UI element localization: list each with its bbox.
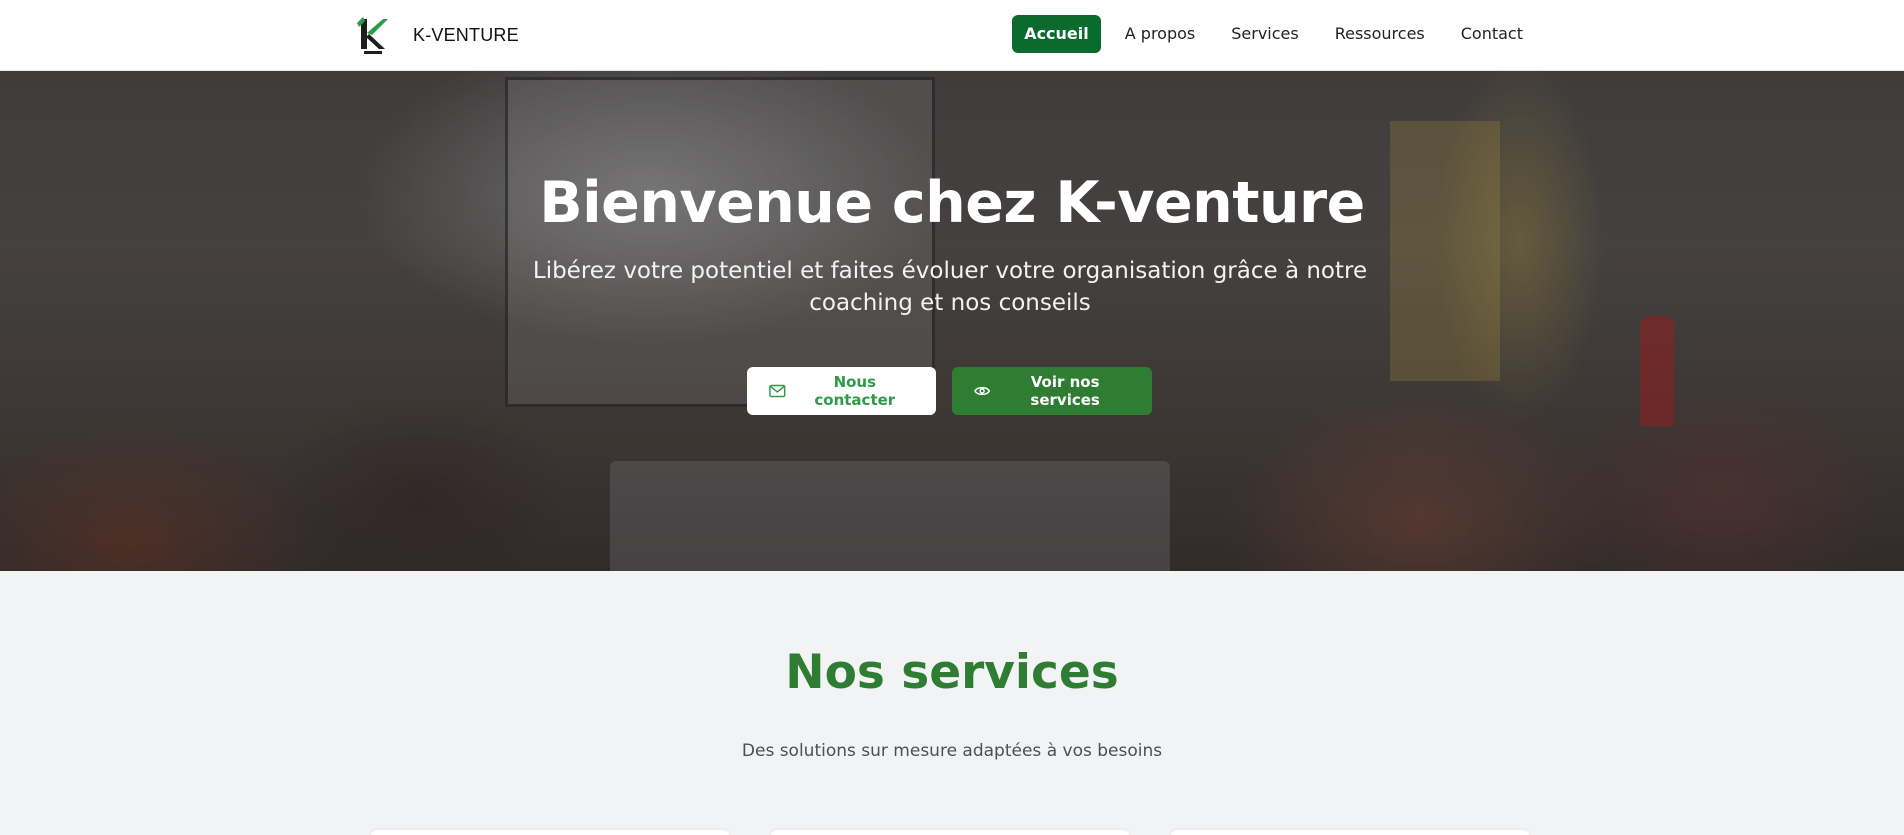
nav-item-accueil[interactable]: Accueil [1012, 15, 1101, 53]
hero-content: Bienvenue chez K-venture Libérez votre p… [0, 71, 1904, 571]
contact-button[interactable]: Nous contacter [747, 367, 936, 415]
view-services-button-label: Voir nos services [1030, 373, 1100, 409]
nav-item-services[interactable]: Services [1219, 15, 1310, 53]
hero-title: Bienvenue chez K-venture [539, 170, 1365, 236]
view-services-button[interactable]: Voir nos services [952, 367, 1152, 415]
services-subtitle: Des solutions sur mesure adaptées à vos … [741, 741, 1163, 761]
service-card[interactable] [770, 830, 1130, 835]
eye-icon [974, 386, 991, 396]
nav-item-ressources[interactable]: Ressources [1323, 15, 1437, 53]
services-section: Nos services Des solutions sur mesure ad… [0, 571, 1904, 835]
services-title: Nos services [785, 645, 1119, 700]
service-card[interactable] [370, 830, 730, 835]
service-card[interactable] [1170, 830, 1530, 835]
mail-icon [769, 384, 786, 398]
main-nav: Accueil A propos Services Ressources Con… [1012, 15, 1535, 53]
contact-button-label: Nous contacter [814, 373, 896, 409]
hero-subtitle: Libérez votre potentiel et faites évolue… [532, 258, 1368, 316]
site-header: K-VENTURE Accueil A propos Services Ress… [0, 0, 1904, 71]
brand-name: K-VENTURE [413, 24, 519, 45]
hero-section: Bienvenue chez K-venture Libérez votre p… [0, 71, 1904, 571]
brand-link[interactable]: K-VENTURE [355, 13, 519, 57]
k-venture-logo-icon [357, 17, 388, 54]
nav-item-a-propos[interactable]: A propos [1113, 15, 1207, 53]
hero-buttons: Nous contacter Voir nos services [747, 367, 1152, 415]
nav-item-contact[interactable]: Contact [1449, 15, 1535, 53]
